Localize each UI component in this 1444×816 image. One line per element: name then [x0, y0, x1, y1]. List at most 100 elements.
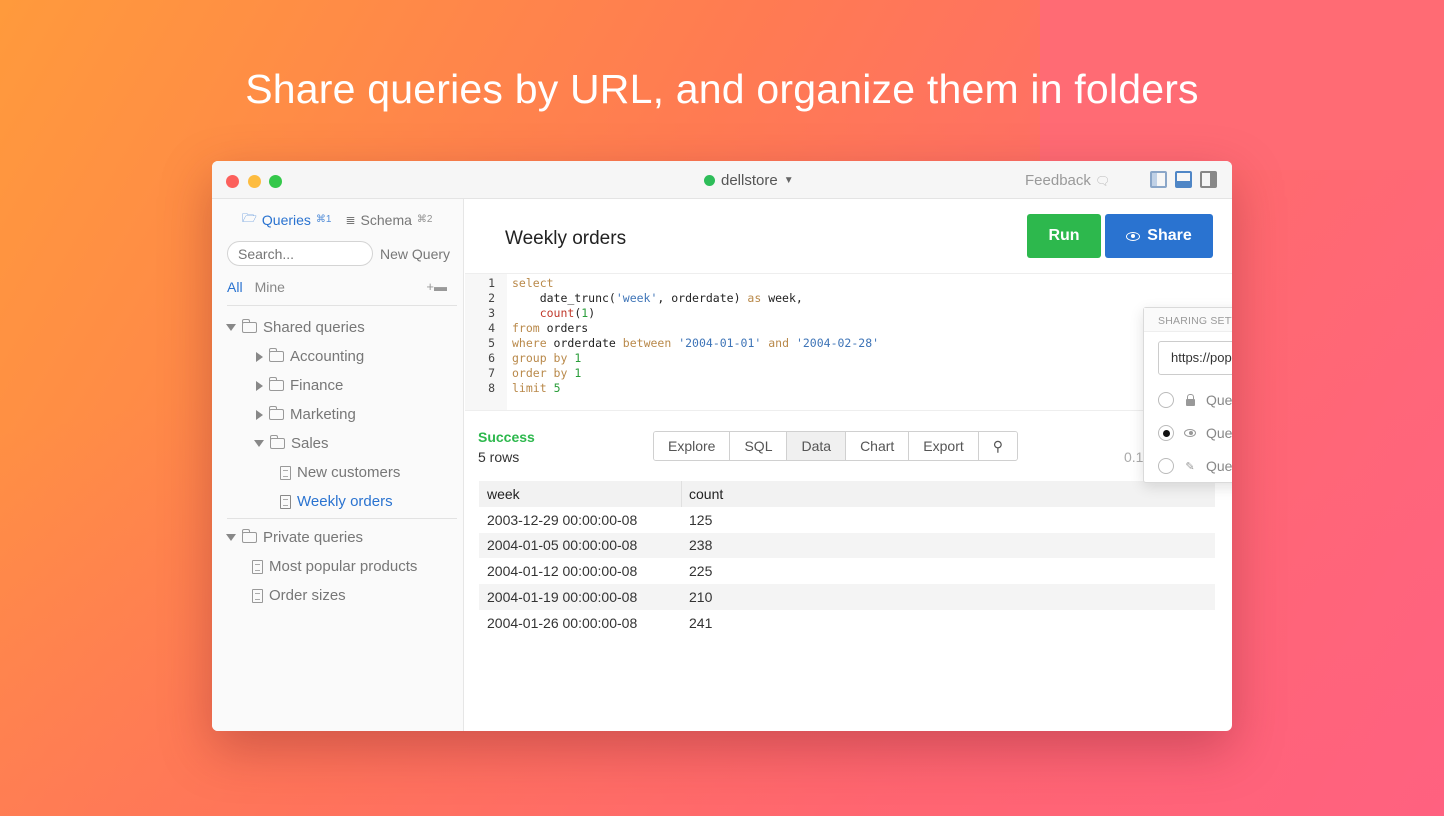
code-text: order by 1	[512, 366, 582, 380]
tree-label: Sales	[291, 435, 329, 452]
maximize-window-button[interactable]	[269, 175, 282, 188]
folder-open-icon	[241, 319, 257, 333]
filter-all[interactable]: All	[227, 279, 243, 295]
results-table: week count 2003-12-29 00:00:00-08 125 20…	[479, 481, 1215, 636]
option-team-view[interactable]: Query can be viewed by your team.	[1158, 425, 1232, 441]
line-number: 8	[488, 381, 495, 395]
filter-mine[interactable]: Mine	[255, 279, 285, 295]
sidebar-tabs: 🗁 Queries ⌘1 ≣ Schema ⌘2	[242, 209, 432, 230]
code-text: where orderdate between '2004-01-01' and…	[512, 336, 880, 350]
code-text: limit 5	[512, 381, 561, 395]
tree-folder-shared[interactable]: Shared queries	[226, 319, 365, 336]
tree-folder-marketing[interactable]: Marketing	[256, 406, 356, 423]
search-input[interactable]	[227, 241, 373, 266]
feedback-button[interactable]: Feedback 🗨	[1025, 172, 1110, 189]
tab-explore[interactable]: Explore	[654, 432, 731, 460]
link-icon[interactable]: ⚲	[978, 432, 1018, 460]
tab-export[interactable]: Export	[909, 432, 979, 460]
tree-folder-sales[interactable]: Sales	[254, 435, 329, 452]
tab-queries[interactable]: 🗁 Queries ⌘1	[242, 209, 331, 230]
close-window-button[interactable]	[226, 175, 239, 188]
radio-team-view[interactable]	[1158, 425, 1174, 441]
table-cell: 210	[689, 589, 713, 606]
connection-status-icon	[704, 175, 715, 186]
document-icon	[280, 494, 291, 509]
tree-label: New customers	[297, 464, 401, 481]
tree-label: Most popular products	[269, 558, 418, 575]
sql-editor[interactable]: 1 select 2 date_trunc('week', orderdate) …	[465, 273, 1232, 411]
line-number: 5	[488, 336, 495, 350]
table-cell: 2003-12-29 00:00:00-08	[487, 511, 638, 528]
radio-private[interactable]	[1158, 392, 1174, 408]
tab-sql[interactable]: SQL	[730, 432, 788, 460]
tab-chart[interactable]: Chart	[846, 432, 910, 460]
sharing-header: SHARING SETTINGS	[1144, 308, 1232, 332]
sidebar: 🗁 Queries ⌘1 ≣ Schema ⌘2 New Query All M…	[212, 199, 464, 731]
table-cell: 2004-01-05 00:00:00-08	[487, 537, 638, 554]
toggle-results-icon[interactable]	[1175, 171, 1192, 188]
share-url-field[interactable]: https://popsql.io/queries/-KjkaDoZRa	[1158, 341, 1232, 375]
chevron-down-icon: ▼	[783, 175, 794, 186]
tree-label: Order sizes	[269, 587, 346, 604]
folder-open-icon	[269, 435, 285, 449]
table-cell: 238	[689, 537, 713, 554]
tree-query-new-customers[interactable]: New customers	[280, 464, 400, 481]
document-icon	[252, 588, 263, 603]
connection-name: dellstore	[721, 172, 778, 189]
tab-schema[interactable]: ≣ Schema ⌘2	[345, 212, 432, 228]
share-button[interactable]: Share	[1105, 214, 1213, 258]
tree-query-weekly-orders[interactable]: Weekly orders	[280, 493, 393, 510]
radio-team-edit[interactable]	[1158, 458, 1174, 474]
folder-open-icon: 🗁	[242, 211, 257, 225]
eye-icon	[1126, 231, 1141, 241]
column-header-count[interactable]: count	[681, 486, 723, 502]
result-view-tabs: Explore SQL Data Chart Export ⚲	[653, 431, 1019, 461]
connection-selector[interactable]: dellstore ▼	[704, 172, 794, 189]
chat-bubble-icon: 🗨	[1094, 173, 1111, 188]
tree-folder-private[interactable]: Private queries	[226, 529, 363, 546]
column-header-week[interactable]: week	[479, 486, 681, 502]
option-private[interactable]: Query is private to you.	[1158, 392, 1232, 408]
result-status: Success	[478, 429, 535, 445]
option-team-edit[interactable]: ✎ Query can be edited by your team.	[1158, 458, 1232, 474]
tree-folder-accounting[interactable]: Accounting	[256, 348, 364, 365]
tab-schema-label: Schema	[360, 211, 412, 228]
tree-query-most-popular[interactable]: Most popular products	[252, 558, 417, 575]
option-label: Query is private to you.	[1206, 392, 1232, 408]
run-button[interactable]: Run	[1027, 214, 1101, 258]
tab-schema-shortcut: ⌘2	[416, 214, 433, 225]
triangle-down-icon	[254, 440, 264, 447]
query-title[interactable]: Weekly orders	[505, 228, 626, 250]
table-header: week count	[479, 481, 1215, 507]
tab-data[interactable]: Data	[787, 432, 847, 460]
table-row: 2004-01-12 00:00:00-08 225	[479, 558, 1215, 584]
table-cell: 2004-01-26 00:00:00-08	[487, 614, 638, 631]
main-panel: Weekly orders Run Share 1 select 2 date_t…	[465, 199, 1232, 731]
line-number: 4	[488, 321, 495, 335]
table-cell: 241	[689, 614, 713, 631]
new-query-button[interactable]: New Query	[380, 246, 450, 262]
table-cell: 225	[689, 563, 713, 580]
tree-query-order-sizes[interactable]: Order sizes	[252, 587, 346, 604]
table-cell: 2004-01-12 00:00:00-08	[487, 563, 638, 580]
database-icon: ≣	[345, 212, 356, 227]
line-number: 7	[488, 366, 495, 380]
add-folder-button[interactable]: +▬	[426, 279, 447, 295]
minimize-window-button[interactable]	[248, 175, 261, 188]
table-row: 2004-01-19 00:00:00-08 210	[479, 584, 1215, 610]
triangle-down-icon	[226, 324, 236, 331]
document-icon	[280, 465, 291, 480]
toggle-sidebar-icon[interactable]	[1150, 171, 1167, 188]
app-window: dellstore ▼ Feedback 🗨 🗁 Queries ⌘1 ≣ Sc…	[212, 161, 1232, 731]
tree-folder-finance[interactable]: Finance	[256, 377, 343, 394]
table-cell: 2004-01-19 00:00:00-08	[487, 589, 638, 606]
triangle-right-icon	[256, 380, 263, 391]
divider	[227, 518, 457, 519]
column-divider	[681, 481, 682, 507]
option-label: Query can be viewed by your team.	[1206, 425, 1232, 441]
layout-toggles	[1150, 171, 1217, 188]
table-row: 2004-01-26 00:00:00-08 241	[479, 610, 1215, 636]
tab-queries-shortcut: ⌘1	[315, 214, 332, 225]
toggle-right-panel-icon[interactable]	[1200, 171, 1217, 188]
triangle-down-icon	[226, 534, 236, 541]
